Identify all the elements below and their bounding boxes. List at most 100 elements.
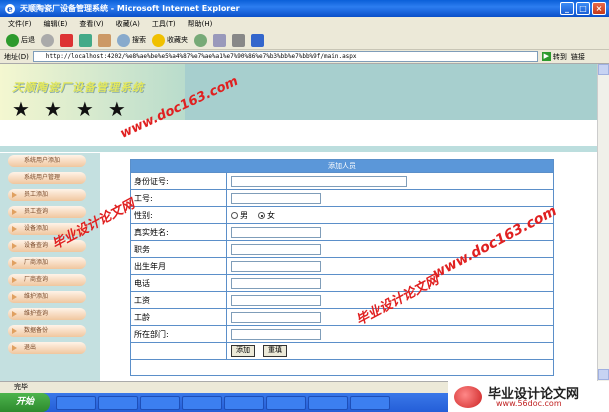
gender-female-radio[interactable]: 女 xyxy=(258,210,275,221)
sidebar-item-staff-add[interactable]: 员工添加 xyxy=(8,189,86,201)
search-button[interactable]: 搜索 xyxy=(117,33,146,47)
sidebar-item-logout[interactable]: 退出 xyxy=(8,342,86,354)
sidebar-item-label: 员工添加 xyxy=(24,191,49,198)
stop-icon[interactable] xyxy=(60,33,73,47)
sidebar-item-staff-query[interactable]: 员工查询 xyxy=(8,206,86,218)
sidebar-item-vendor-add[interactable]: 厂商添加 xyxy=(8,257,86,269)
menu-bar: 文件(F) 编辑(E) 查看(V) 收藏(A) 工具(T) 帮助(H) xyxy=(0,17,609,31)
department-input[interactable] xyxy=(231,329,321,340)
menu-edit[interactable]: 编辑(E) xyxy=(44,19,68,29)
menu-file[interactable]: 文件(F) xyxy=(8,19,32,29)
seniority-input[interactable] xyxy=(231,312,321,323)
mail-icon[interactable] xyxy=(213,33,226,47)
address-input[interactable]: http://localhost:4202/%e8%ae%be%e5%a4%87… xyxy=(32,51,538,62)
page-content: 天顺陶瓷厂设备管理系统 ★ ★ ★ ★ 系统用户添加 系统用户管理 员工添加 员… xyxy=(0,64,597,381)
start-button[interactable]: 开始 xyxy=(0,393,50,412)
star-icon: ★ xyxy=(12,97,30,121)
form-row-staff-no: 工号: xyxy=(131,189,553,207)
vertical-scrollbar[interactable] xyxy=(597,64,609,381)
edit-word-icon[interactable] xyxy=(251,33,264,47)
staff-no-input[interactable] xyxy=(231,193,321,204)
taskbar-item[interactable] xyxy=(98,395,138,410)
menu-favorites[interactable]: 收藏(A) xyxy=(116,19,140,29)
links-label[interactable]: 链接 xyxy=(571,52,585,62)
scroll-up-icon[interactable] xyxy=(598,64,609,75)
cell-divider xyxy=(226,309,227,326)
arrow-icon xyxy=(12,226,17,232)
position-input[interactable] xyxy=(231,244,321,255)
menu-view[interactable]: 查看(V) xyxy=(79,19,103,29)
search-label: 搜索 xyxy=(132,36,146,44)
sidebar-item-maint-query[interactable]: 维护查询 xyxy=(8,308,86,320)
taskbar-item[interactable] xyxy=(56,395,96,410)
window-title-bar: e 天顺陶瓷厂设备管理系统 - Microsoft Internet Explo… xyxy=(0,0,609,17)
go-button[interactable]: ▶ 转到 xyxy=(541,52,567,62)
forward-arrow-icon[interactable] xyxy=(41,33,54,47)
taskbar-item[interactable] xyxy=(182,395,222,410)
sidebar-item-label: 系统用户管理 xyxy=(24,174,61,181)
sidebar-item-sys-user-manage[interactable]: 系统用户管理 xyxy=(8,172,86,184)
favorites-star-icon xyxy=(152,33,165,47)
logo-url: www.56doc.com xyxy=(496,399,562,408)
sidebar-item-sys-user-add[interactable]: 系统用户添加 xyxy=(8,155,86,167)
favorites-label: 收藏夹 xyxy=(167,36,188,44)
form-row-birth: 出生年月 xyxy=(131,257,553,275)
taskbar-item[interactable] xyxy=(308,395,348,410)
add-staff-form: 添加人员 身份证号: 工号: 性别: 男 女 真实姓名: 职务 出生年月 电话 … xyxy=(130,159,554,376)
phone-input[interactable] xyxy=(231,278,321,289)
form-row-seniority: 工龄 xyxy=(131,308,553,326)
home-icon[interactable] xyxy=(98,33,111,47)
close-button[interactable]: × xyxy=(592,2,606,15)
gender-radio-group: 男 女 xyxy=(231,210,275,221)
sidebar-item-label: 厂商查询 xyxy=(24,276,49,283)
form-row-actions: 添加 重填 xyxy=(131,342,553,360)
task-list xyxy=(56,395,390,410)
gender-male-radio[interactable]: 男 xyxy=(231,210,248,221)
site-name: 天顺陶瓷厂设备管理系统 xyxy=(12,81,144,94)
sidebar-item-label: 设备查询 xyxy=(24,242,49,249)
cell-divider xyxy=(226,326,227,343)
form-row-salary: 工资 xyxy=(131,291,553,309)
arrow-icon xyxy=(12,243,17,249)
maximize-button[interactable]: □ xyxy=(576,2,590,15)
menu-help[interactable]: 帮助(H) xyxy=(188,19,213,29)
reset-button[interactable]: 重填 xyxy=(263,345,287,357)
position-label: 职务 xyxy=(134,245,150,254)
real-name-input[interactable] xyxy=(231,227,321,238)
id-number-input[interactable] xyxy=(231,176,407,187)
taskbar-item[interactable] xyxy=(266,395,306,410)
taskbar-item[interactable] xyxy=(224,395,264,410)
sidebar-item-label: 系统用户添加 xyxy=(24,157,61,164)
minimize-button[interactable]: _ xyxy=(560,2,574,15)
gender-female-label: 女 xyxy=(267,211,275,220)
taskbar-item[interactable] xyxy=(140,395,180,410)
cell-divider xyxy=(226,207,227,224)
arrow-icon xyxy=(12,311,17,317)
cell-divider xyxy=(226,258,227,275)
favorites-button[interactable]: 收藏夹 xyxy=(152,33,188,47)
taskbar-item[interactable] xyxy=(350,395,390,410)
back-button[interactable]: 后退 xyxy=(6,33,35,47)
banner-stars: ★ ★ ★ ★ xyxy=(12,99,126,119)
search-icon xyxy=(117,33,130,47)
radio-icon xyxy=(231,212,238,219)
birth-input[interactable] xyxy=(231,261,321,272)
print-icon[interactable] xyxy=(232,33,245,47)
salary-input[interactable] xyxy=(231,295,321,306)
refresh-icon[interactable] xyxy=(79,33,92,47)
star-icon: ★ xyxy=(43,97,62,121)
sidebar-item-vendor-query[interactable]: 厂商查询 xyxy=(8,274,86,286)
id-number-label: 身份证号: xyxy=(134,177,169,186)
sidebar-item-backup[interactable]: 数据备份 xyxy=(8,325,86,337)
gender-male-label: 男 xyxy=(240,211,248,220)
sidebar-item-label: 退出 xyxy=(24,344,37,351)
scroll-down-icon[interactable] xyxy=(598,369,609,380)
sidebar-item-maint-add[interactable]: 维护添加 xyxy=(8,291,86,303)
star-icon: ★ xyxy=(75,97,94,121)
add-button[interactable]: 添加 xyxy=(231,345,255,357)
sidebar-item-label: 数据备份 xyxy=(24,327,49,334)
form-row-department: 所在部门: xyxy=(131,325,553,343)
menu-tools[interactable]: 工具(T) xyxy=(152,19,176,29)
media-icon[interactable] xyxy=(194,33,207,47)
form-row-gender: 性别: 男 女 xyxy=(131,206,553,224)
